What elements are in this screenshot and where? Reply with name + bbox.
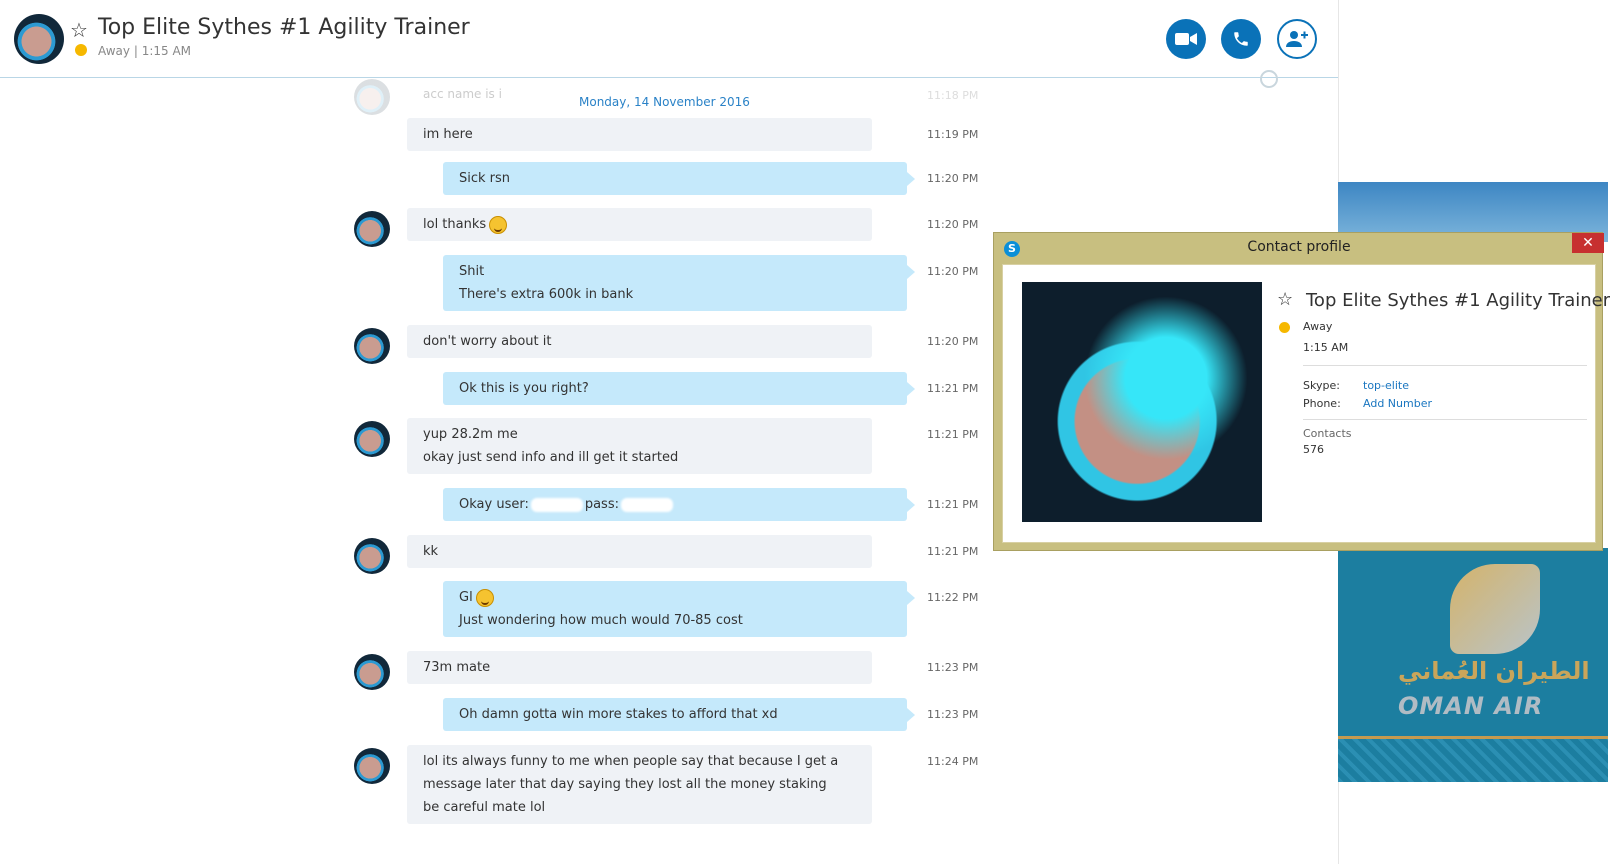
message-line: pass:: [584, 497, 619, 512]
status-separator: |: [133, 44, 138, 58]
incoming-message[interactable]: kk: [407, 535, 872, 568]
add-contact-icon: [1286, 31, 1308, 47]
message-line: 73m mate: [423, 660, 491, 675]
message-timestamp: 11:23 PM: [927, 708, 979, 721]
message-line: lol thanks: [423, 217, 487, 232]
message-timestamp: 11:19 PM: [927, 128, 979, 141]
faded-avatar: [354, 79, 390, 115]
message-line: Gl: [459, 590, 473, 605]
profile-name: Top Elite Sythes #1 Agility Trainer: [1306, 290, 1610, 311]
ad-pattern: [1338, 736, 1608, 782]
incoming-message[interactable]: im here: [407, 118, 872, 151]
sender-avatar[interactable]: [354, 654, 390, 690]
divider: [1303, 365, 1587, 366]
redacted-text: [621, 497, 673, 512]
message-line: Sick rsn: [459, 171, 511, 186]
phone-label: Phone:: [1303, 397, 1341, 410]
profile-body: ☆ Top Elite Sythes #1 Agility Trainer Aw…: [1002, 264, 1610, 543]
add-participant-button[interactable]: [1277, 19, 1317, 59]
away-status-icon: [1279, 322, 1290, 333]
incoming-message[interactable]: lol its always funny to me when people s…: [407, 745, 872, 824]
message-timestamp: 11:20 PM: [927, 335, 979, 348]
incoming-message[interactable]: don't worry about it: [407, 325, 872, 358]
ad-brand-text: OMAN AIR: [1398, 692, 1544, 720]
date-separator: Monday, 14 November 2016: [579, 95, 750, 109]
contact-avatar[interactable]: [14, 14, 64, 64]
skype-label: Skype:: [1303, 379, 1340, 392]
message-line: Oh damn gotta win more stakes to afford …: [459, 707, 778, 722]
contacts-label: Contacts: [1303, 427, 1352, 440]
message-line: okay just send info and ill get it start…: [423, 450, 679, 465]
sender-avatar[interactable]: [354, 421, 390, 457]
message-timestamp: 11:20 PM: [927, 265, 979, 278]
outgoing-message[interactable]: Gl Just wondering how much would 70-85 co…: [443, 581, 915, 637]
skype-name-link[interactable]: top-elite: [1363, 379, 1409, 392]
local-time: 1:15 AM: [141, 44, 192, 58]
message-timestamp: 11:21 PM: [927, 498, 979, 511]
conversation-header: ☆ Top Elite Sythes #1 Agility Trainer Aw…: [0, 0, 1338, 88]
message-timestamp: 11:23 PM: [927, 661, 979, 674]
close-button[interactable]: ✕: [1572, 233, 1604, 253]
message-timestamp: 11:21 PM: [927, 382, 979, 395]
message-line: Ok this is you right?: [459, 381, 589, 396]
faded-timestamp: 11:18 PM: [927, 89, 979, 102]
profile-local-time: 1:15 AM: [1303, 341, 1349, 354]
message-timestamp: 11:24 PM: [927, 755, 979, 768]
profile-picture: [1022, 282, 1262, 522]
incoming-message[interactable]: 73m mate: [407, 651, 872, 684]
outgoing-message[interactable]: Ok this is you right?: [443, 372, 915, 405]
message-timestamp: 11:22 PM: [927, 591, 979, 604]
message-line: be careful mate lol: [423, 800, 546, 815]
message-line: Just wondering how much would 70-85 cost: [459, 613, 743, 628]
divider: [1303, 419, 1587, 420]
message-timestamp: 11:21 PM: [927, 545, 979, 558]
sender-avatar[interactable]: [354, 211, 390, 247]
skype-window: الطيران العُماني OMAN AIR ☆ Top Elite Sy…: [0, 0, 1610, 864]
message-line: Okay user:: [459, 497, 529, 512]
dialog-title: Contact profile: [1247, 239, 1351, 255]
message-line: kk: [423, 544, 439, 559]
message-line: don't worry about it: [423, 334, 552, 349]
outgoing-message[interactable]: Oh damn gotta win more stakes to afford …: [443, 698, 915, 731]
sender-avatar[interactable]: [354, 538, 390, 574]
contact-profile-dialog: S Contact profile ✕ ☆ Top Elite Sythes #…: [993, 232, 1610, 551]
contact-name[interactable]: Top Elite Sythes #1 Agility Trainer: [98, 15, 470, 40]
outgoing-message[interactable]: Sick rsn: [443, 162, 915, 195]
add-number-link[interactable]: Add Number: [1363, 397, 1432, 410]
phone-icon: [1234, 32, 1248, 46]
contacts-count: 576: [1303, 443, 1324, 456]
audio-call-button[interactable]: [1221, 19, 1261, 59]
message-timestamp: 11:20 PM: [927, 218, 979, 231]
message-line: Shit: [459, 264, 485, 279]
message-line: im here: [423, 127, 473, 142]
outgoing-message[interactable]: Shit There's extra 600k in bank: [443, 255, 915, 311]
message-line: There's extra 600k in bank: [459, 287, 634, 302]
sender-avatar[interactable]: [354, 328, 390, 364]
message-line: yup 28.2m me: [423, 427, 518, 442]
message-line: lol its always funny to me when people s…: [423, 754, 839, 769]
ad-arabic-text: الطيران العُماني: [1398, 657, 1590, 685]
video-call-button[interactable]: [1166, 19, 1206, 59]
message-timestamp: 11:20 PM: [927, 172, 979, 185]
message-timestamp: 11:21 PM: [927, 428, 979, 441]
redacted-text: [530, 497, 583, 512]
incoming-message[interactable]: yup 28.2m me okay just send info and ill …: [407, 418, 872, 474]
profile-status: Away: [1303, 320, 1333, 333]
faded-message: acc name is i: [423, 87, 502, 101]
incoming-message[interactable]: lol thanks: [407, 208, 872, 241]
sender-avatar[interactable]: [354, 748, 390, 784]
grin-emoji-icon: [475, 588, 494, 607]
smile-emoji-icon: [489, 215, 508, 234]
status-text: Away: [98, 44, 130, 58]
favorite-star-icon[interactable]: ☆: [70, 18, 88, 42]
video-camera-icon: [1175, 33, 1197, 45]
favorite-star-icon[interactable]: ☆: [1277, 289, 1293, 310]
message-line: message later that day saying they lost …: [423, 777, 827, 792]
away-status-icon: [75, 44, 87, 56]
outgoing-message[interactable]: Okay user: pass:: [443, 488, 915, 521]
contact-status: Away | 1:15 AM: [98, 44, 191, 58]
oman-air-logo-icon: [1450, 564, 1540, 654]
